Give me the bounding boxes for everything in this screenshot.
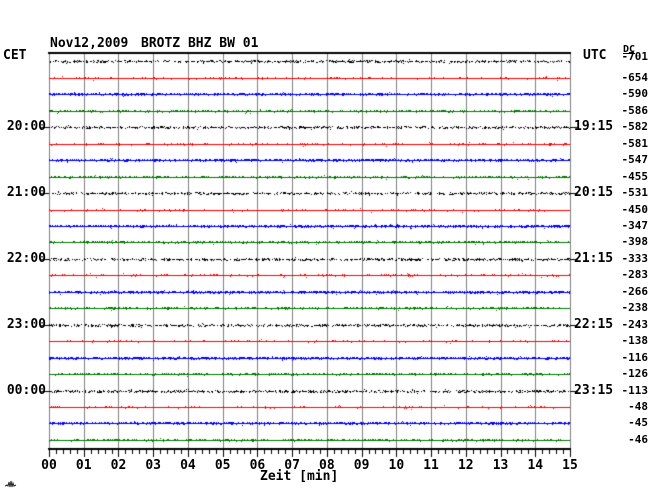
dc-value: -347 [614,220,648,232]
x-tick-label: 03 [138,458,168,474]
cet-hour-label: 23:00 [4,317,46,333]
dc-value: -243 [614,319,648,331]
title-station: BROTZ BHZ BW 01 [141,36,258,52]
dc-value: -581 [614,138,648,150]
x-tick-label: 01 [69,458,99,474]
x-tick-label: 14 [520,458,550,474]
utc-hour-label: 20:15 [574,185,613,201]
cet-axis-header: CET [3,48,26,64]
dc-value: -138 [614,335,648,347]
helicorder-plot-canvas [0,0,650,494]
cet-hour-label: 22:00 [4,251,46,267]
dc-value: -455 [614,171,648,183]
x-tick-label: 09 [347,458,377,474]
x-tick-label: 00 [34,458,64,474]
utc-hour-label: 19:15 [574,119,613,135]
dc-value: -398 [614,236,648,248]
dc-value: -238 [614,302,648,314]
x-tick-label: 13 [486,458,516,474]
dc-value: -590 [614,88,648,100]
dc-value: -654 [614,72,648,84]
utc-hour-label: 21:15 [574,251,613,267]
dc-value: -531 [614,187,648,199]
dc-value: -116 [614,352,648,364]
x-tick-label: 04 [173,458,203,474]
dc-value: -586 [614,105,648,117]
x-tick-label: 12 [451,458,481,474]
x-axis-label: Zeit [min] [260,469,338,485]
helicorder-page: Nov12,2009 BROTZ BHZ BW 01 CET UTC DC -7… [0,0,650,494]
dc-value: -113 [614,385,648,397]
x-tick-label: 10 [381,458,411,474]
dc-value: -126 [614,368,648,380]
cet-hour-label: 20:00 [4,119,46,135]
dc-value: -48 [614,401,648,413]
title-date: Nov12,2009 [50,36,128,52]
dc-value: -333 [614,253,648,265]
dc-value: -582 [614,121,648,133]
cet-hour-label: 00:00 [4,383,46,399]
dc-value: -45 [614,417,648,429]
dc-value: -266 [614,286,648,298]
utc-hour-label: 22:15 [574,317,613,333]
x-tick-label: 15 [555,458,585,474]
waveform-watermark-icon [5,474,19,484]
x-tick-label: 05 [208,458,238,474]
dc-value: -46 [614,434,648,446]
cet-hour-label: 21:00 [4,185,46,201]
dc-value: -450 [614,204,648,216]
utc-hour-label: 23:15 [574,383,613,399]
x-tick-label: 11 [416,458,446,474]
dc-value: -701 [614,51,648,63]
utc-axis-header: UTC [583,48,606,64]
dc-value: -283 [614,269,648,281]
x-tick-label: 02 [103,458,133,474]
dc-value: -547 [614,154,648,166]
